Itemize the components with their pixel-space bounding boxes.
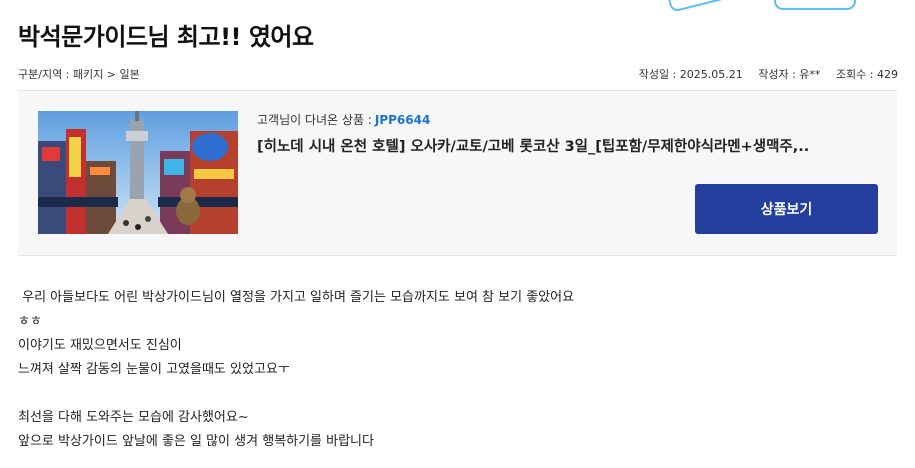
decorative-shape: [774, 0, 856, 10]
product-card: 고객님이 다녀온 상품 : JPP6644 [히노데 시내 온천 호텔] 오사카/…: [18, 90, 897, 256]
visited-product-label: 고객님이 다녀온 상품 : JPP6644: [257, 111, 430, 128]
review-line: 최선을 다해 도와주는 모습에 감사했어요~: [18, 410, 249, 425]
view-product-button[interactable]: 상품보기: [695, 184, 878, 234]
osaka-street-image: [38, 111, 238, 234]
review-line: [18, 382, 574, 406]
review-line: ㅎㅎ: [18, 314, 42, 329]
visited-label-text: 고객님이 다녀온 상품 :: [257, 113, 372, 127]
review-line: 우리 아들보다도 어린 박상가이드님이 열정을 가지고 일하며 즐기는 모습까지…: [18, 290, 575, 305]
category-breadcrumb: 구분/지역 : 패키지 > 일본: [18, 68, 140, 81]
post-views: 조회수 : 429: [835, 68, 898, 81]
decorative-shape: [666, 0, 728, 13]
review-line: 느껴져 살짝 감동의 눈물이 고였을때도 있었고요ㅜ: [18, 362, 290, 377]
post-author: 작성자 : 유**: [758, 68, 821, 81]
post-date: 작성일 : 2025.05.21: [638, 68, 743, 81]
review-body: 우리 아들보다도 어린 박상가이드님이 열정을 가지고 일하며 즐기는 모습까지…: [18, 286, 574, 454]
review-line: 이야기도 재밌으면서도 진심이: [18, 338, 182, 353]
product-name-link[interactable]: [히노데 시내 온천 호텔] 오사카/교토/고베 롯코산 3일_[팁포함/무제한…: [257, 135, 857, 156]
page-title: 박석문가이드님 최고!! 였어요: [18, 23, 314, 51]
review-line: 앞으로 박상가이드 앞날에 좋은 일 많이 생겨 행복하기를 바랍니다: [18, 434, 374, 449]
post-meta: 작성일 : 2025.05.21 작성자 : 유** 조회수 : 429: [627, 66, 898, 82]
product-thumbnail[interactable]: [38, 111, 238, 234]
product-code[interactable]: JPP6644: [375, 113, 430, 127]
